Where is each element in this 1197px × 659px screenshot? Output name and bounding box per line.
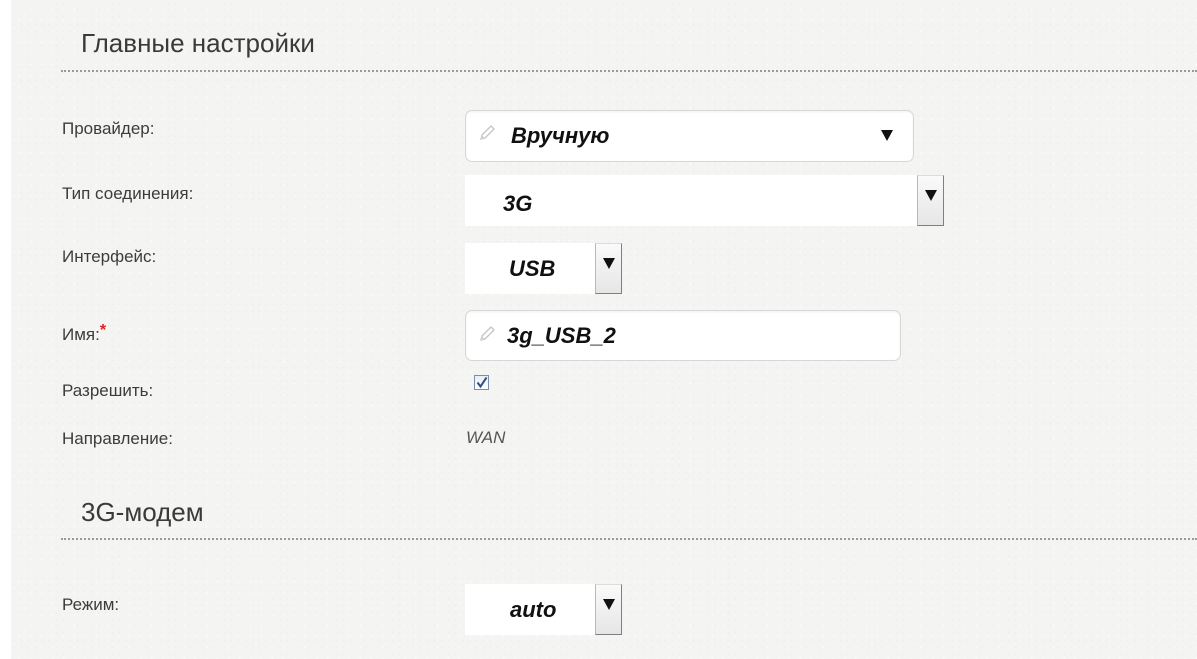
required-mark: *	[99, 322, 107, 339]
connection-type-value: 3G	[503, 191, 533, 216]
section-divider-modem	[61, 538, 1197, 540]
triangle-down-icon	[603, 599, 615, 610]
triangle-down-icon	[881, 130, 893, 141]
mode-select[interactable]: auto	[465, 584, 622, 635]
interface-dropdown-button[interactable]	[595, 243, 622, 294]
name-label: Имя:*	[62, 322, 107, 345]
mode-dropdown-button[interactable]	[595, 584, 622, 635]
enable-checkbox[interactable]	[474, 375, 489, 390]
name-input[interactable]: 3g_USB_2	[465, 310, 901, 361]
interface-select[interactable]: USB	[465, 243, 622, 294]
connection-type-label: Тип соединения:	[62, 184, 194, 203]
direction-value: WAN	[466, 428, 506, 447]
triangle-down-icon	[925, 190, 937, 201]
section-title-main: Главные настройки	[81, 28, 315, 58]
mode-value: auto	[510, 597, 557, 622]
pencil-icon	[480, 326, 495, 341]
provider-select[interactable]: Вручную	[465, 110, 914, 162]
interface-value: USB	[509, 256, 556, 281]
name-value: 3g_USB_2	[507, 323, 616, 348]
pencil-icon	[480, 125, 495, 140]
connection-type-dropdown-button[interactable]	[917, 175, 944, 226]
checkmark-icon	[476, 376, 488, 389]
provider-value: Вручную	[511, 123, 610, 148]
direction-label: Направление:	[62, 429, 173, 448]
section-title-modem: 3G-модем	[81, 497, 204, 527]
triangle-down-icon	[603, 258, 615, 269]
section-divider-main	[61, 70, 1197, 72]
interface-label: Интерфейс:	[62, 247, 157, 266]
enable-label: Разрешить:	[62, 381, 154, 400]
name-label-text: Имя:	[62, 325, 100, 344]
mode-label: Режим:	[62, 595, 120, 614]
connection-type-select[interactable]: 3G	[465, 175, 944, 226]
provider-label: Провайдер:	[62, 119, 155, 138]
